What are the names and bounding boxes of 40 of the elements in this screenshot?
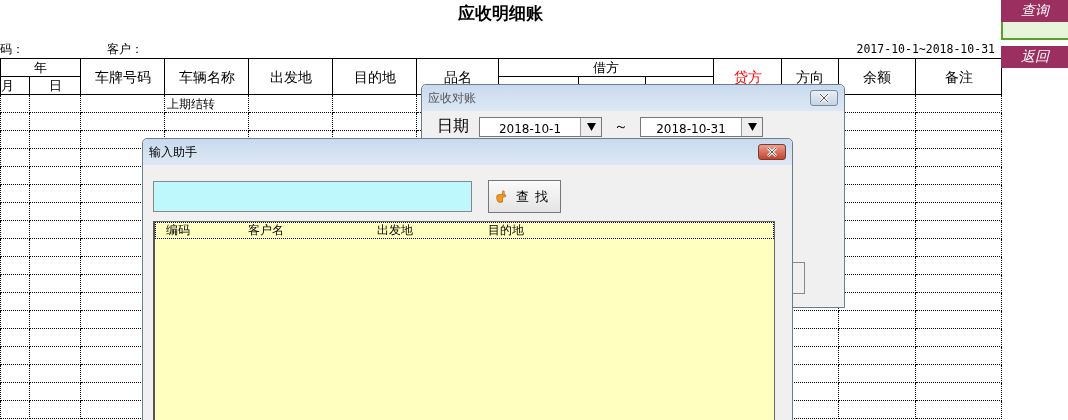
header-cell: 余额 [863,68,891,85]
find-button[interactable]: 查找 [488,180,561,213]
column-header: 编码 [166,223,190,237]
close-icon [766,147,778,157]
date-dropdown[interactable]: 2018-10-31 [640,116,763,137]
window-title: 应收对账 [428,89,476,107]
column-header: 出发地 [377,223,413,237]
header-cell: 品名 [443,68,472,85]
header-cell: 方向 [796,68,824,85]
close-icon [818,93,830,103]
date-dropdown[interactable]: 2018-10-1 [479,116,602,137]
close-button[interactable] [758,144,786,160]
header-cell: 车牌号码 [94,68,151,85]
date-range: 2017-10-1~2018-10-31 [856,42,995,56]
dropdown-arrow-icon [586,122,596,131]
header-cell: 日 [48,77,62,93]
header-cell: 年 [34,59,47,75]
customer-label: 客户： [107,40,144,58]
range-separator: ～ [614,117,628,136]
dropdown-arrow-icon [747,122,757,131]
header-cell: 目的地 [353,68,396,85]
window-title: 输入助手 [149,143,197,161]
column-header: 目的地 [488,223,524,237]
table-cell: 上期结转 [167,96,215,111]
result-list[interactable]: 编码 客户名 出发地 目的地 [153,221,775,420]
side-button[interactable]: 查询 [1001,0,1068,22]
column-header: 客户名 [248,223,284,237]
report-title: 应收明细账 [458,2,543,25]
header-cell: 备注 [944,68,973,85]
date-label: 日期 [437,116,469,137]
header-cell: 车辆名称 [178,68,235,85]
header-cell: 出发地 [269,68,312,85]
header-cell: 月 [1,77,14,93]
side-button[interactable]: 返回 [1001,46,1068,68]
header-cell: 借方 [593,59,619,75]
selected-cell[interactable] [1001,22,1068,40]
close-button[interactable] [810,90,838,106]
header-cell: 贷方 [733,68,762,85]
code-label: 码： [0,40,25,58]
search-field[interactable] [153,181,472,212]
